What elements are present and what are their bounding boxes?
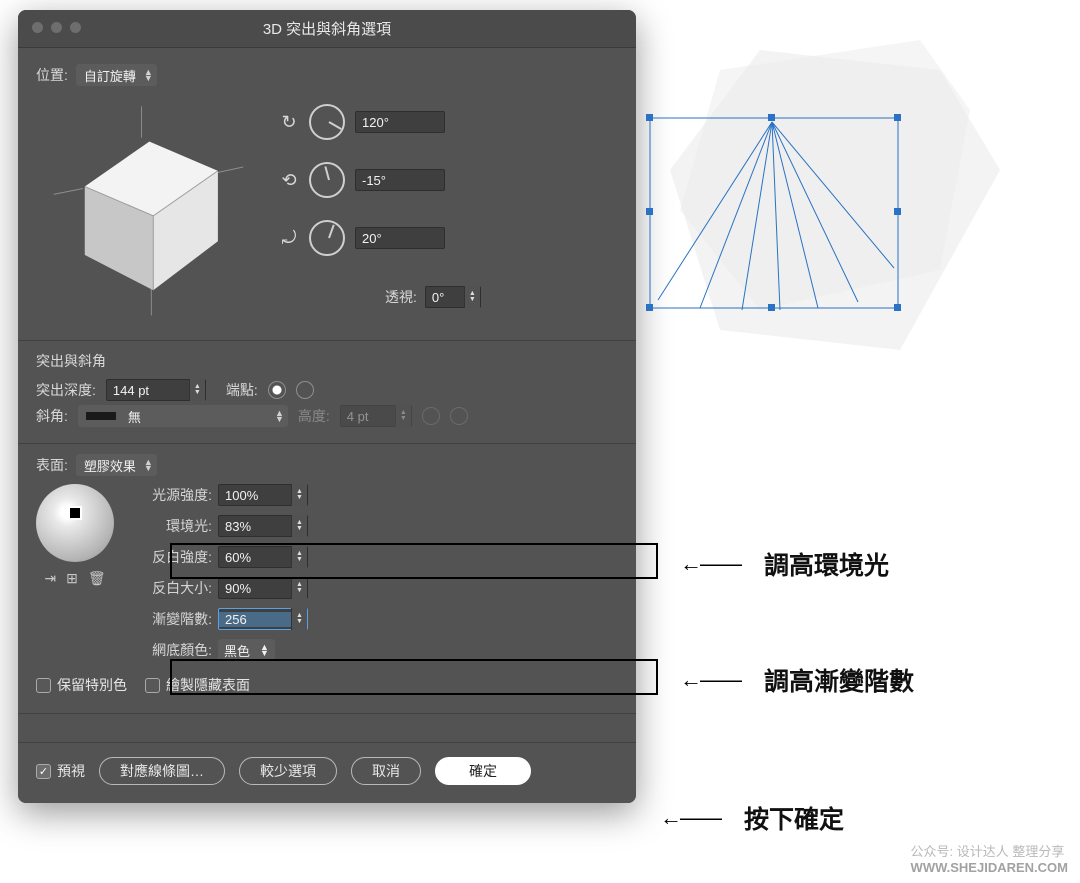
position-label: 位置: [36,65,68,85]
draw-hidden-checkbox[interactable]: 繪製隱藏表面 [145,675,250,695]
perspective-label: 透視: [385,287,417,307]
cap-on-icon[interactable] [268,381,286,399]
extrude-section-title: 突出與斜角 [36,351,618,371]
rotate-z-icon: ⤾ [279,228,299,249]
ok-button[interactable]: 確定 [435,757,531,785]
light-intensity-label: 光源強度: [134,485,212,505]
delete-light-icon[interactable]: 🗑 [88,570,106,587]
bevel-height-field: 4 pt ▲▼ [340,405,412,427]
close-icon[interactable] [32,22,43,33]
titlebar: 3D 突出與斜角選項 [18,10,636,48]
zoom-icon[interactable] [70,22,81,33]
bevel-in-icon [422,407,440,425]
canvas-selection [640,30,1030,430]
rotation-x-field[interactable]: 120° [355,111,445,133]
cap-off-icon[interactable] [296,381,314,399]
chevron-down-icon: ▲▼ [260,644,269,656]
position-value: 自訂旋轉 [84,66,136,85]
ambient-field[interactable]: 83%▲▼ [218,515,308,537]
annotation-ambient: ←——調高環境光 [680,546,889,582]
minimize-icon[interactable] [51,22,62,33]
ambient-label: 環境光: [134,516,212,536]
map-art-button[interactable]: 對應線條圖… [99,757,225,785]
bevel-height-label: 高度: [298,406,330,426]
surface-label: 表面: [36,455,68,475]
rotate-x-icon: ↻ [279,112,299,133]
blend-steps-label: 漸變階數: [134,609,212,629]
highlight-size-label: 反白大小: [134,578,212,598]
dialog-title: 3D 突出與斜角選項 [263,18,391,39]
shading-color-label: 網底顏色: [134,640,212,660]
annotation-ok: ←——按下確定 [660,800,844,836]
light-handle[interactable] [68,506,82,520]
highlight-intensity-field[interactable]: 60%▲▼ [218,546,308,568]
light-intensity-field[interactable]: 100%▲▼ [218,484,308,506]
watermark: 公众号: 设计达人 整理分享 WWW.SHEJIDAREN.COM [911,841,1068,875]
bevel-value: 無 [128,407,267,426]
rotation-cube-preview[interactable] [36,94,251,324]
highlight-intensity-label: 反白強度: [134,547,212,567]
shading-color-select[interactable]: 黑色 ▲▼ [218,639,275,661]
perspective-field[interactable]: 0° ▲▼ [425,286,481,308]
chevron-down-icon: ▲▼ [275,410,284,422]
preview-checkbox[interactable]: 預視 [36,761,85,781]
preserve-spot-checkbox[interactable]: 保留特別色 [36,675,127,695]
fewer-options-button[interactable]: 較少選項 [239,757,337,785]
checkbox-icon [145,678,160,693]
surface-select[interactable]: 塑膠效果 ▲▼ [76,454,157,476]
add-light-icon[interactable]: ⊞ [66,570,78,587]
dial-x[interactable] [309,104,345,140]
rotation-y-field[interactable]: -15° [355,169,445,191]
dial-y[interactable] [309,162,345,198]
surface-value: 塑膠效果 [84,456,136,475]
dial-z[interactable] [309,220,345,256]
bevel-label: 斜角: [36,406,68,426]
bevel-swatch [86,412,116,420]
cap-label: 端點: [226,380,258,400]
perspective-stepper[interactable]: ▲▼ [464,286,480,308]
bevel-select[interactable]: 無 ▲▼ [78,405,288,427]
depth-field[interactable]: 144 pt ▲▼ [106,379,206,401]
cancel-button[interactable]: 取消 [351,757,421,785]
dialog-3d-extrude: 3D 突出與斜角選項 位置: 自訂旋轉 ▲▼ [18,10,636,803]
move-light-back-icon[interactable]: ⇥ [44,570,56,587]
depth-stepper[interactable]: ▲▼ [189,379,205,401]
bevel-out-icon [450,407,468,425]
checkbox-icon [36,678,51,693]
blend-steps-field[interactable]: 256▲▼ [218,608,308,630]
chevron-down-icon: ▲▼ [144,459,153,471]
highlight-size-field[interactable]: 90%▲▼ [218,577,308,599]
light-preview-sphere[interactable] [36,484,114,562]
annotation-blend-steps: ←——調高漸變階數 [680,662,914,698]
chevron-down-icon: ▲▼ [144,69,153,81]
rotation-z-field[interactable]: 20° [355,227,445,249]
depth-label: 突出深度: [36,380,96,400]
checkbox-icon [36,764,51,779]
window-controls[interactable] [32,22,81,33]
position-select[interactable]: 自訂旋轉 ▲▼ [76,64,157,86]
rotate-y-icon: ⟲ [279,170,299,191]
